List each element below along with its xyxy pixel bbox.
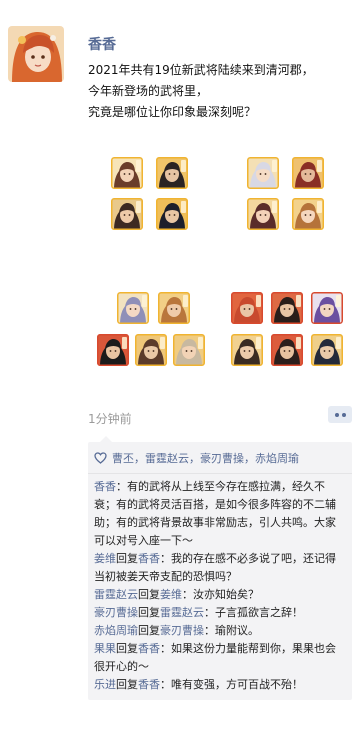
- hero-portrait-photo[interactable]: [247, 198, 279, 230]
- comment-author[interactable]: 乐进: [94, 678, 116, 691]
- hero-portrait-photo[interactable]: [231, 292, 263, 324]
- hero-portrait-photo[interactable]: [231, 334, 263, 366]
- colon: ：: [204, 624, 215, 637]
- comment-item[interactable]: 香香：有的武将从上线至今存在感拉满，经久不衰；有的武将灵活百搭，是如今很多阵容的…: [94, 478, 346, 550]
- reply-target[interactable]: 雷霆赵云: [160, 606, 204, 619]
- likes-names[interactable]: 曹丕，雷霆赵云，豪刃曹操，赤焰周瑜: [112, 450, 299, 467]
- colon: ：: [160, 552, 171, 565]
- comment-author[interactable]: 姜维: [94, 552, 116, 565]
- hero-portrait-photo[interactable]: [158, 292, 190, 324]
- hero-portrait-photo[interactable]: [135, 334, 167, 366]
- post-text-line: 今年新登场的武将里，: [88, 84, 209, 98]
- hero-portrait-photo[interactable]: [292, 198, 324, 230]
- colon: ：: [116, 480, 127, 493]
- hero-portrait-photo[interactable]: [156, 198, 188, 230]
- post-text-line: 究竟是哪位让你印象最深刻呢？: [88, 105, 257, 119]
- comment-item[interactable]: 雷霆赵云回复姜维：汝亦知始矣？: [94, 586, 346, 604]
- hero-portrait-photo[interactable]: [247, 157, 279, 189]
- colon: ：: [204, 606, 215, 619]
- reply-target[interactable]: 姜维: [160, 588, 182, 601]
- comment-text: 唯有变强，方可百战不殆！: [171, 678, 303, 691]
- divider: [88, 473, 352, 474]
- comment-text: 有的武将从上线至今存在感拉满，经久不衰；有的武将灵活百搭，是如今很多阵容的不二辅…: [94, 480, 336, 547]
- reply-label: 回复: [138, 606, 160, 619]
- reply-target[interactable]: 香香: [138, 678, 160, 691]
- post-text: 2021年共有19位新武将陆续来到清河郡， 今年新登场的武将里， 究竟是哪位让你…: [88, 60, 338, 123]
- comment-list: 香香：有的武将从上线至今存在感拉满，经久不衰；有的武将灵活百搭，是如今很多阵容的…: [94, 478, 346, 694]
- reply-label: 回复: [116, 642, 138, 655]
- heart-outline-icon: [94, 452, 107, 464]
- comment-author[interactable]: 果果: [94, 642, 116, 655]
- post-author-name[interactable]: 香香: [88, 34, 116, 54]
- user-avatar[interactable]: [8, 26, 64, 82]
- reply-label: 回复: [138, 588, 160, 601]
- reply-target[interactable]: 香香: [138, 552, 160, 565]
- comment-item[interactable]: 果果回复香香：如果这份力量能帮到你，果果也会很开心的～: [94, 640, 346, 676]
- reply-label: 回复: [116, 552, 138, 565]
- hero-portrait-photo[interactable]: [117, 292, 149, 324]
- colon: ：: [160, 678, 171, 691]
- hero-portrait-photo[interactable]: [173, 334, 205, 366]
- comment-item[interactable]: 乐进回复香香：唯有变强，方可百战不殆！: [94, 676, 346, 694]
- hero-portrait-photo[interactable]: [292, 157, 324, 189]
- reply-target[interactable]: 香香: [138, 642, 160, 655]
- comment-author[interactable]: 雷霆赵云: [94, 588, 138, 601]
- comment-text: 瑜附议。: [215, 624, 259, 637]
- likes-comments-panel: 曹丕，雷霆赵云，豪刃曹操，赤焰周瑜 香香：有的武将从上线至今存在感拉满，经久不衰…: [88, 436, 352, 700]
- hero-portrait-photo[interactable]: [311, 334, 343, 366]
- likes-row: 曹丕，雷霆赵云，豪刃曹操，赤焰周瑜: [94, 450, 346, 467]
- hero-portrait-photo[interactable]: [311, 292, 343, 324]
- hero-portrait-photo[interactable]: [271, 334, 303, 366]
- hero-portrait-photo[interactable]: [97, 334, 129, 366]
- colon: ：: [160, 642, 171, 655]
- hero-portrait-photo[interactable]: [111, 157, 143, 189]
- hero-portrait-photo[interactable]: [271, 292, 303, 324]
- colon: ：: [182, 588, 193, 601]
- comment-author[interactable]: 香香: [94, 480, 116, 493]
- hero-portrait-photo[interactable]: [111, 198, 143, 230]
- comment-item[interactable]: 豪刃曹操回复雷霆赵云：子言孤欲言之辞！: [94, 604, 346, 622]
- more-dots-icon[interactable]: [328, 406, 352, 423]
- hero-portrait-photo[interactable]: [156, 157, 188, 189]
- post-text-line: 2021年共有19位新武将陆续来到清河郡，: [88, 63, 314, 77]
- comment-author[interactable]: 赤焰周瑜: [94, 624, 138, 637]
- reply-label: 回复: [138, 624, 160, 637]
- reply-label: 回复: [116, 678, 138, 691]
- comment-item[interactable]: 赤焰周瑜回复豪刃曹操：瑜附议。: [94, 622, 346, 640]
- comment-text: 汝亦知始矣？: [193, 588, 259, 601]
- comment-item[interactable]: 姜维回复香香：我的存在感不必多说了吧，还记得当初被姜天帝支配的恐惧吗？: [94, 550, 346, 586]
- comment-text: 子言孤欲言之辞！: [215, 606, 303, 619]
- comment-author[interactable]: 豪刃曹操: [94, 606, 138, 619]
- dot: [334, 412, 339, 417]
- reply-target[interactable]: 豪刃曹操: [160, 624, 204, 637]
- post-timestamp: 1分钟前: [88, 412, 132, 426]
- dot: [341, 412, 346, 417]
